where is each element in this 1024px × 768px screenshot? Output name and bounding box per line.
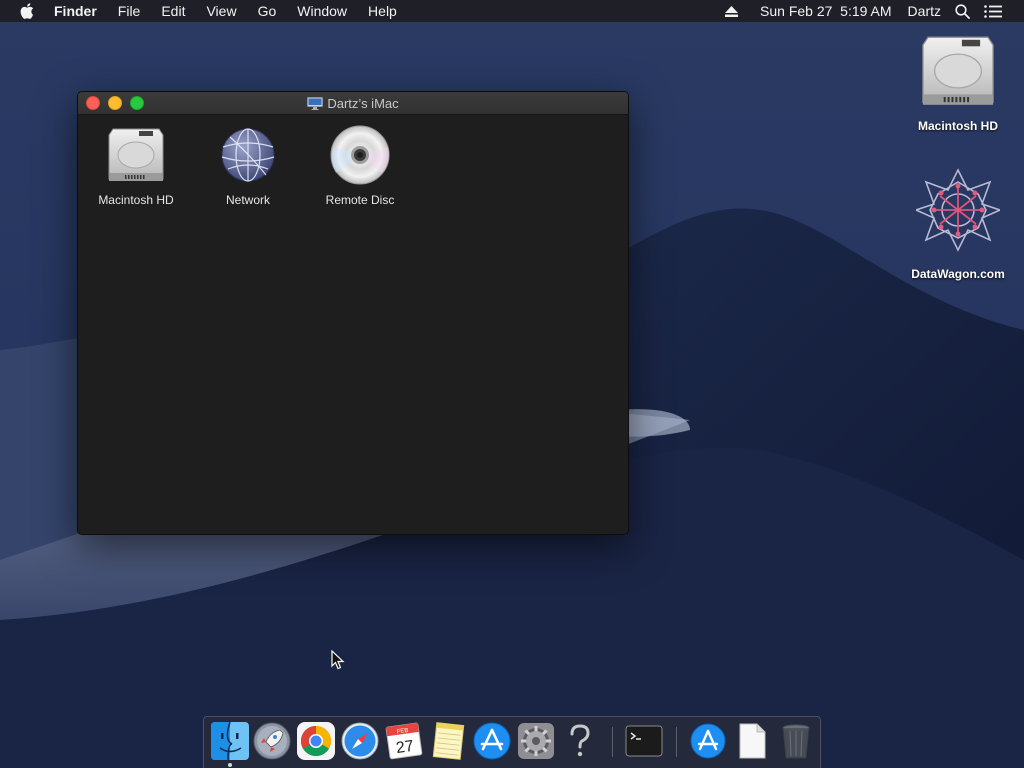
imac-icon — [307, 96, 324, 110]
menu-go[interactable]: Go — [258, 3, 277, 19]
menu-file[interactable]: File — [118, 3, 141, 19]
eject-icon[interactable] — [725, 5, 739, 17]
launchpad-rocket-icon — [253, 722, 291, 760]
app-store-icon — [690, 723, 726, 759]
gear-icon — [518, 723, 554, 759]
window-title-text: Dartz’s iMac — [327, 95, 399, 111]
item-remote-disc[interactable]: Remote Disc — [304, 123, 416, 207]
desktop-item-macintosh-hd[interactable]: Macintosh HD — [898, 32, 1018, 133]
dock-chrome[interactable] — [296, 721, 336, 761]
calendar-icon: FEB 27 — [385, 722, 423, 760]
notes-icon — [432, 722, 465, 760]
remote-disc-icon — [328, 123, 392, 187]
desktop-item-label: Macintosh HD — [917, 119, 998, 133]
terminal-icon — [625, 725, 663, 757]
dock-system-preferences[interactable] — [516, 721, 556, 761]
dock-downloads-app-store[interactable] — [688, 721, 728, 761]
dock-launchpad[interactable] — [252, 721, 292, 761]
dock-running-indicator — [228, 763, 232, 767]
menu-window[interactable]: Window — [297, 3, 347, 19]
desktop-item-label: DataWagon.com — [911, 267, 1005, 281]
item-macintosh-hd[interactable]: Macintosh HD — [80, 123, 192, 207]
hard-drive-icon — [919, 32, 997, 115]
hard-drive-icon — [104, 123, 168, 187]
dock-terminal[interactable] — [624, 721, 664, 761]
item-label: Remote Disc — [325, 193, 395, 207]
dock: FEB 27 — [203, 716, 821, 768]
chrome-icon — [297, 722, 335, 760]
dock-finder[interactable] — [210, 721, 250, 761]
dock-calendar[interactable]: FEB 27 — [384, 721, 424, 761]
safari-compass-icon — [341, 722, 379, 760]
menu-edit[interactable]: Edit — [161, 3, 185, 19]
dock-notes[interactable] — [428, 721, 468, 761]
dock-trash[interactable] — [776, 721, 816, 761]
menu-view[interactable]: View — [206, 3, 236, 19]
dock-help[interactable] — [560, 721, 600, 761]
window-title: Dartz’s iMac — [78, 92, 628, 114]
dock-app-store[interactable] — [472, 721, 512, 761]
desktop-item-datawagon[interactable]: DataWagon.com — [898, 168, 1018, 281]
dock-separator — [676, 727, 677, 757]
trash-icon — [782, 724, 810, 759]
dock-document[interactable] — [732, 721, 772, 761]
menu-app-finder[interactable]: Finder — [54, 3, 97, 19]
finder-window[interactable]: Dartz’s iMac Macintosh HD Network Remote… — [77, 91, 629, 535]
apple-icon[interactable] — [20, 3, 36, 19]
item-label: Macintosh HD — [98, 193, 174, 207]
dock-safari[interactable] — [340, 721, 380, 761]
app-store-icon — [473, 722, 511, 760]
menu-user[interactable]: Dartz — [908, 3, 941, 19]
mouse-cursor-icon — [331, 650, 345, 670]
datawagon-logo-icon — [913, 168, 1003, 257]
dock-separator — [612, 727, 613, 757]
window-titlebar[interactable]: Dartz’s iMac — [78, 92, 628, 115]
menu-bar: Finder File Edit View Go Window Help Sun… — [0, 0, 1024, 22]
menu-help[interactable]: Help — [368, 3, 397, 19]
item-network[interactable]: Network — [192, 123, 304, 207]
calendar-day: 27 — [395, 738, 415, 757]
menu-clock[interactable]: Sun Feb 27 5:19 AM — [760, 3, 892, 19]
network-globe-icon — [216, 123, 280, 187]
document-icon — [739, 723, 766, 759]
spotlight-icon[interactable] — [955, 3, 970, 19]
item-label: Network — [225, 193, 270, 207]
menu-bar-extras: Sun Feb 27 5:19 AM Dartz — [725, 0, 1024, 22]
finder-icon — [211, 721, 249, 761]
window-content: Macintosh HD Network Remote Disc — [78, 115, 628, 534]
notification-center-icon[interactable] — [984, 4, 1002, 18]
question-mark-icon — [570, 724, 590, 757]
